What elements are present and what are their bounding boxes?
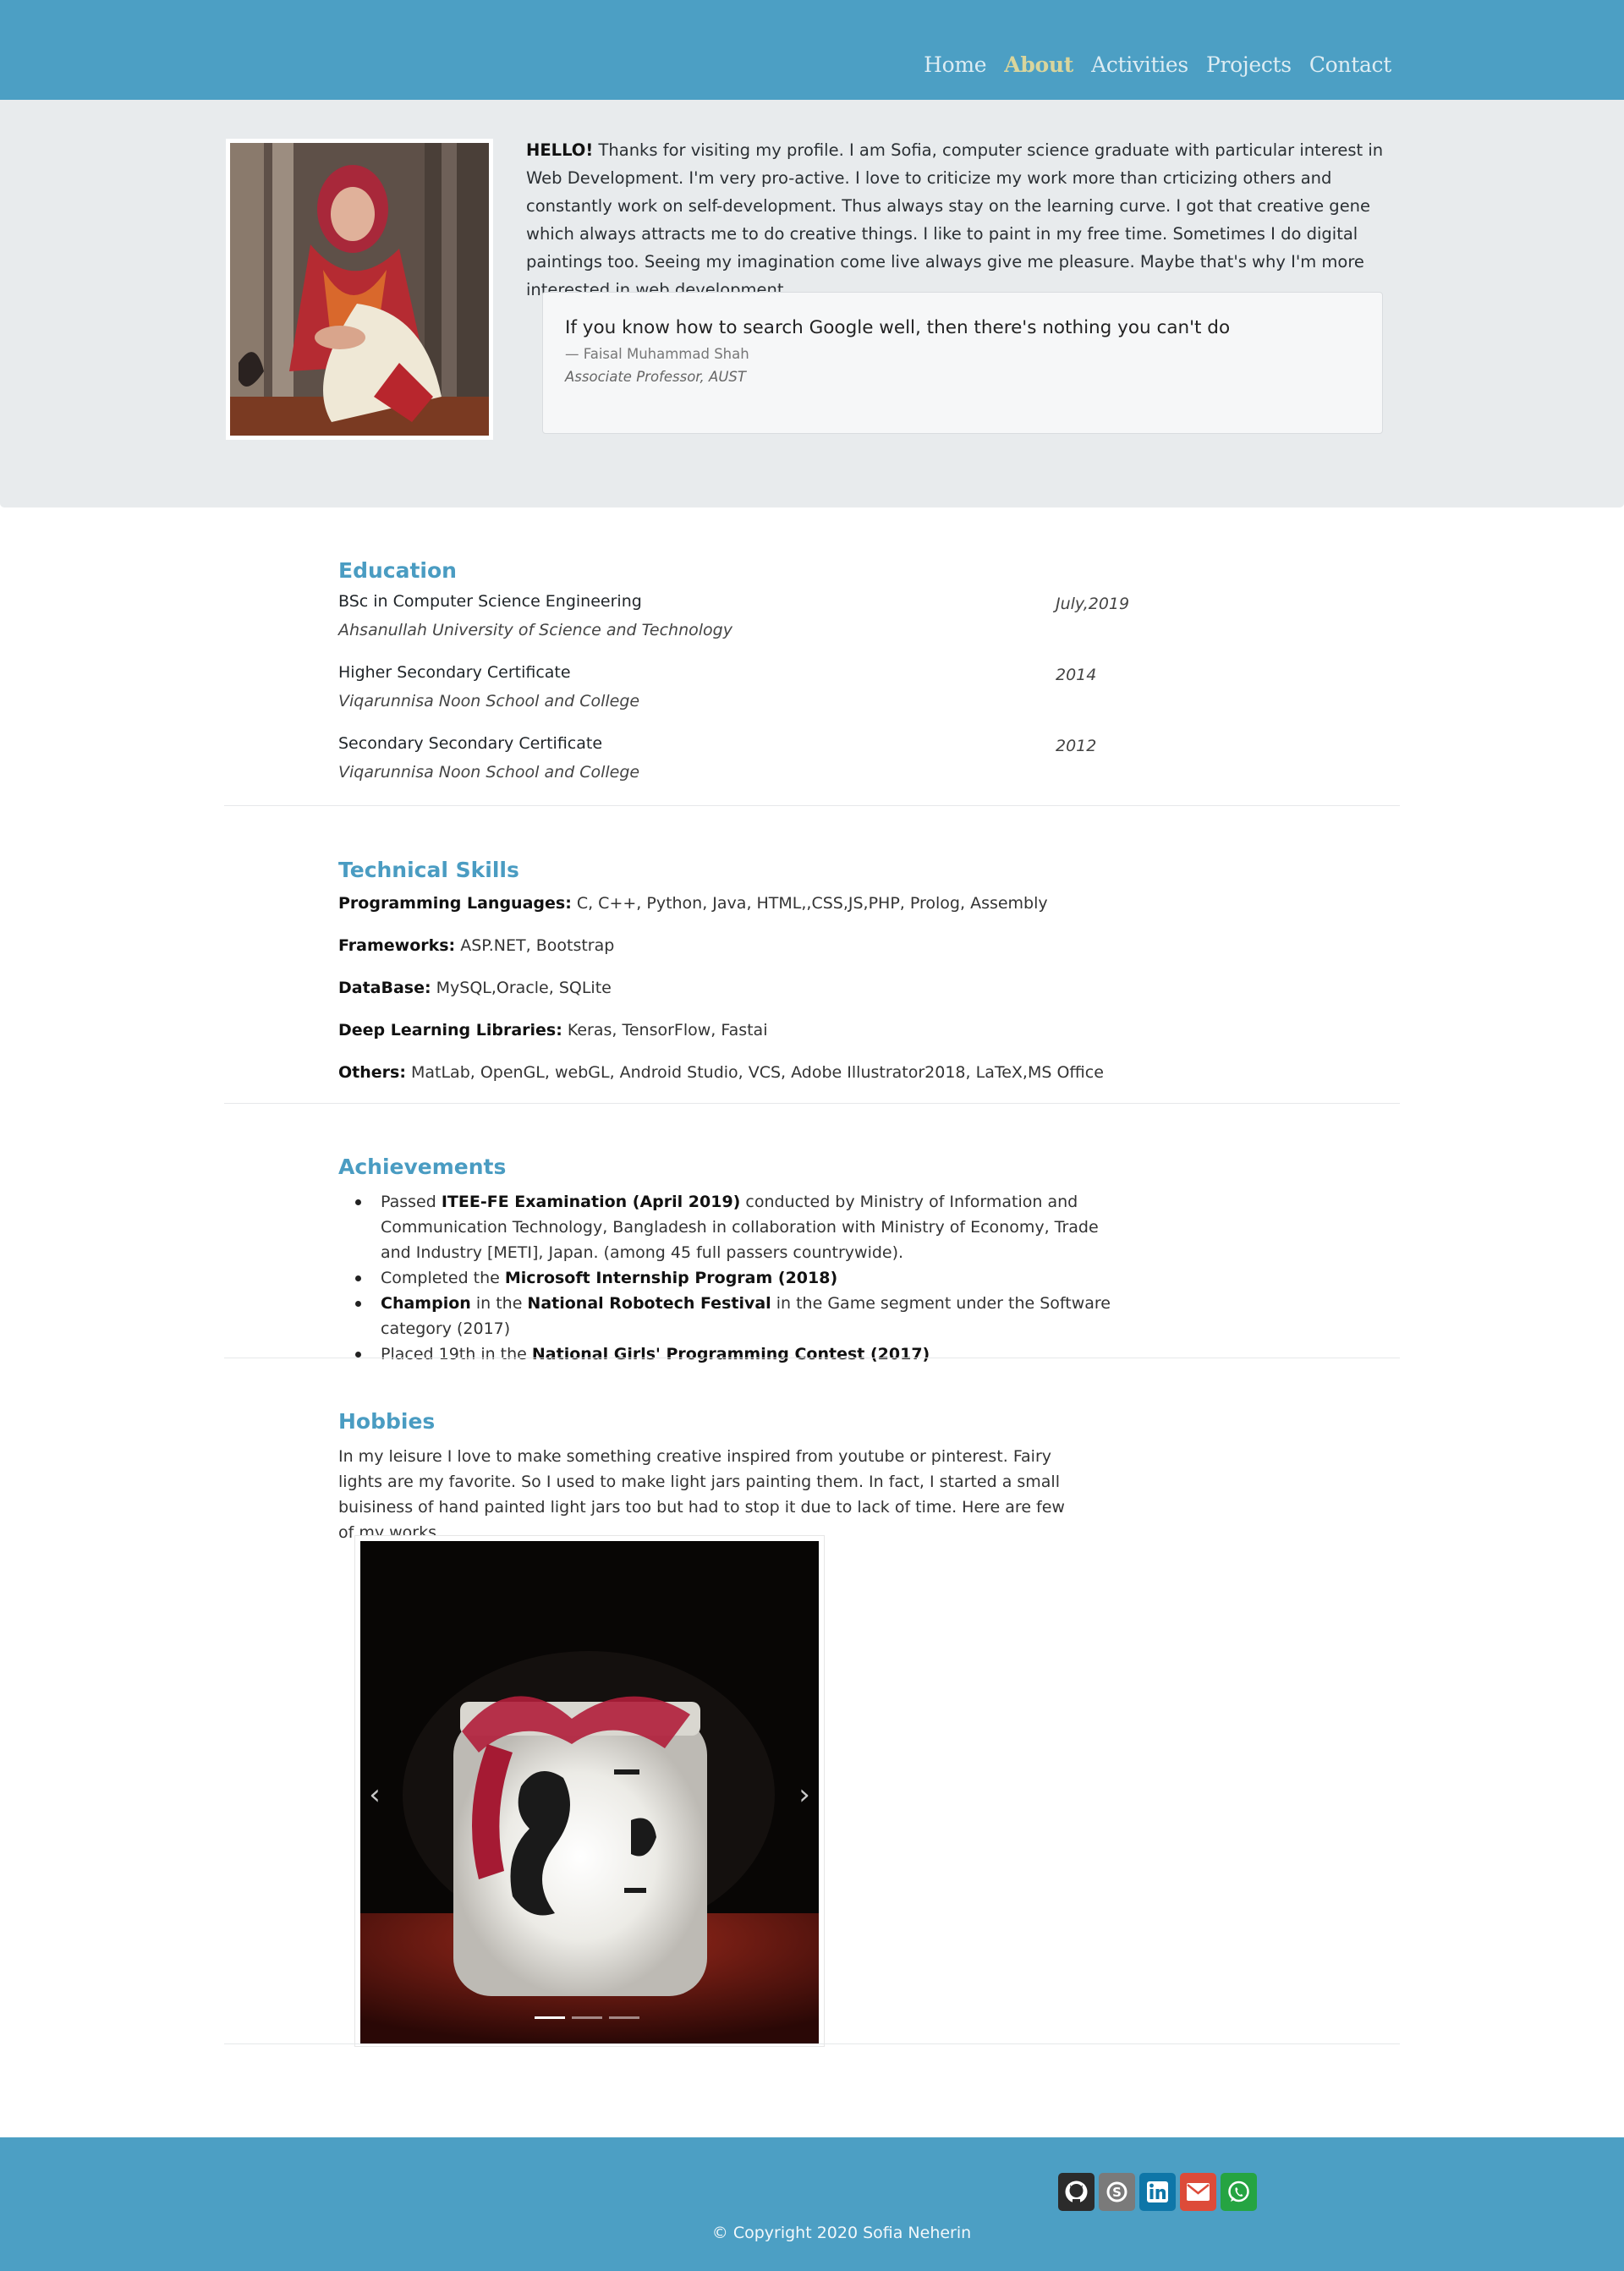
hobbies-paragraph: In my leisure I love to make something c… bbox=[338, 1447, 1065, 1542]
achievement-highlight: Champion bbox=[381, 1294, 471, 1313]
quote-author-title: Associate Professor, AUST bbox=[565, 369, 746, 385]
education-school: Viqarunnisa Noon School and College bbox=[338, 692, 640, 710]
copyright-label: © Copyright 2020 Sofia Neherin bbox=[711, 2224, 972, 2242]
skill-label: Deep Learning Libraries: bbox=[338, 1021, 562, 1040]
section-divider bbox=[224, 805, 1400, 806]
achievement-item: Placed 19th in the National Girls' Progr… bbox=[338, 1341, 1167, 1367]
achievements-heading: Achievements bbox=[338, 1155, 507, 1179]
achievement-text: Placed 19th in the bbox=[381, 1345, 532, 1363]
intro-greeting: HELLO! bbox=[526, 140, 594, 160]
skill-value: MySQL,Oracle, SQLite bbox=[431, 979, 612, 997]
education-item: Higher Secondary Certificate Viqarunnisa… bbox=[338, 663, 1184, 710]
skill-label: Others: bbox=[338, 1063, 406, 1082]
carousel-indicator[interactable] bbox=[609, 2016, 639, 2019]
skill-row: Programming Languages: C, C++, Python, J… bbox=[338, 894, 1048, 913]
skill-row: Frameworks: ASP.NET, Bootstrap bbox=[338, 936, 614, 955]
skill-row: Deep Learning Libraries: Keras, TensorFl… bbox=[338, 1021, 767, 1040]
achievement-text: Completed the bbox=[381, 1269, 505, 1287]
nav-about-link[interactable]: About bbox=[1004, 52, 1073, 77]
achievement-item: Passed ITEE-FE Examination (April 2019) … bbox=[338, 1189, 1116, 1265]
education-item: BSc in Computer Science Engineering Ahsa… bbox=[338, 592, 1184, 639]
profile-photo bbox=[226, 139, 493, 440]
skill-value: ASP.NET, Bootstrap bbox=[455, 936, 615, 955]
footer: S © Copyright 2020 Sofia Neherin bbox=[0, 2137, 1624, 2271]
nav-projects-link[interactable]: Projects bbox=[1206, 52, 1292, 77]
education-school: Viqarunnisa Noon School and College bbox=[338, 763, 640, 782]
svg-text:S: S bbox=[1112, 2185, 1122, 2200]
carousel-indicator[interactable] bbox=[535, 2016, 565, 2019]
skill-row: DataBase: MySQL,Oracle, SQLite bbox=[338, 979, 612, 997]
carousel-prev-icon[interactable]: ‹ bbox=[362, 1778, 387, 1812]
navbar: Home About Activities Projects Contact bbox=[0, 0, 1624, 100]
skill-label: Programming Languages: bbox=[338, 894, 572, 913]
skills-heading: Technical Skills bbox=[338, 858, 519, 882]
whatsapp-icon[interactable] bbox=[1221, 2173, 1257, 2211]
nav-menu: Home About Activities Projects Contact bbox=[924, 52, 1391, 77]
education-date: 2012 bbox=[1056, 737, 1097, 755]
quote-author: — Faisal Muhammad Shah bbox=[565, 346, 749, 362]
skill-label: DataBase: bbox=[338, 979, 431, 997]
skill-label: Frameworks: bbox=[338, 936, 456, 955]
github-icon[interactable] bbox=[1058, 2173, 1095, 2211]
skype-icon[interactable]: S bbox=[1099, 2173, 1135, 2211]
skill-value: Keras, TensorFlow, Fastai bbox=[562, 1021, 768, 1040]
achievement-item: Completed the Microsoft Internship Progr… bbox=[338, 1265, 1167, 1291]
achievement-highlight: ITEE-FE Examination (April 2019) bbox=[441, 1193, 741, 1211]
section-divider bbox=[224, 1103, 1400, 1104]
intro-paragraph: HELLO! Thanks for visiting my profile. I… bbox=[526, 136, 1399, 304]
education-date: 2014 bbox=[1056, 666, 1097, 684]
about-hero: HELLO! Thanks for visiting my profile. I… bbox=[0, 100, 1624, 507]
light-jar-carousel: ‹ › bbox=[354, 1535, 825, 2047]
copyright-text: © Copyright 2020 Sofia Neherin bbox=[0, 2224, 1624, 2242]
social-links: S bbox=[1058, 2173, 1257, 2211]
education-item: Secondary Secondary Certificate Viqarunn… bbox=[338, 734, 1184, 782]
hobbies-heading: Hobbies bbox=[338, 1409, 436, 1434]
achievement-highlight: National Robotech Festival bbox=[527, 1294, 771, 1313]
nav-contact-link[interactable]: Contact bbox=[1309, 52, 1391, 77]
carousel-indicators bbox=[535, 2016, 639, 2019]
carousel-next-icon[interactable]: › bbox=[792, 1778, 817, 1812]
carousel-indicator[interactable] bbox=[572, 2016, 602, 2019]
light-jar-photo bbox=[360, 1541, 819, 2043]
quote-text: If you know how to search Google well, t… bbox=[565, 317, 1231, 338]
achievement-highlight: National Girls' Programming Contest (201… bbox=[531, 1345, 930, 1363]
education-heading: Education bbox=[338, 558, 457, 583]
linkedin-icon[interactable] bbox=[1139, 2173, 1176, 2211]
intro-text: Thanks for visiting my profile. I am Sof… bbox=[526, 140, 1384, 299]
achievement-highlight: Microsoft Internship Program (2018) bbox=[504, 1269, 838, 1287]
achievements-list: Passed ITEE-FE Examination (April 2019) … bbox=[338, 1189, 1184, 1367]
achievement-item: Champion in the National Robotech Festiv… bbox=[338, 1291, 1167, 1341]
education-school: Ahsanullah University of Science and Tec… bbox=[338, 621, 732, 639]
achievement-text: Passed bbox=[381, 1193, 442, 1211]
skill-row: Others: MatLab, OpenGL, webGL, Android S… bbox=[338, 1063, 1104, 1082]
skill-value: MatLab, OpenGL, webGL, Android Studio, V… bbox=[405, 1063, 1104, 1082]
education-date: July,2019 bbox=[1056, 595, 1130, 613]
achievement-text: in the bbox=[470, 1294, 528, 1313]
carousel-slide: ‹ › bbox=[360, 1541, 819, 2043]
skill-value: C, C++, Python, Java, HTML,,CSS,JS,PHP, … bbox=[571, 894, 1048, 913]
section-divider bbox=[224, 2043, 1400, 2044]
nav-activities-link[interactable]: Activities bbox=[1091, 52, 1188, 77]
nav-home-link[interactable]: Home bbox=[924, 52, 986, 77]
quote-box: If you know how to search Google well, t… bbox=[542, 292, 1383, 434]
mail-icon[interactable] bbox=[1180, 2173, 1216, 2211]
